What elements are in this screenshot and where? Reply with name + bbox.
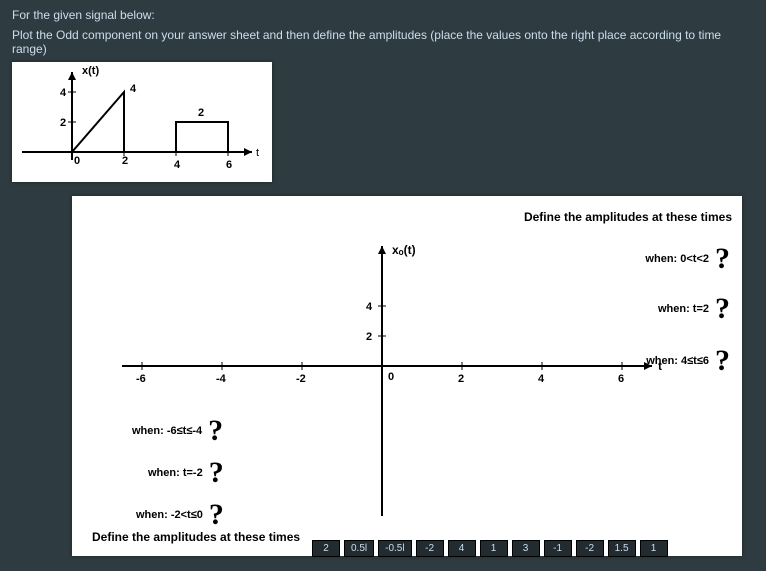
answer-option[interactable]: 1 — [640, 540, 668, 557]
original-signal-chart: x(t) t 4 2 0 2 4 6 4 2 — [12, 62, 272, 182]
question-mark-icon: ? — [715, 244, 730, 274]
signal-xtick-4: 4 — [174, 159, 181, 171]
define-amplitudes-right: Define the amplitudes at these times — [524, 210, 732, 224]
odd-xtick-m6: -6 — [136, 373, 146, 385]
question-mark-icon: ? — [208, 416, 223, 446]
question-mark-icon: ? — [209, 458, 224, 488]
odd-xtick-4: 4 — [538, 373, 545, 385]
signal-xtick-2: 2 — [122, 155, 128, 167]
signal-ytick-4: 4 — [60, 87, 67, 99]
prompt-right-2[interactable]: when: 4≤t≤6 ? — [646, 346, 730, 376]
prompt-right-1[interactable]: when: t=2 ? — [658, 294, 730, 324]
signal-peak-label: 4 — [130, 83, 137, 95]
question-mark-icon: ? — [715, 346, 730, 376]
signal-xtick-0: 0 — [74, 155, 80, 167]
question-mark-icon: ? — [209, 500, 224, 530]
odd-ytick-2: 2 — [366, 331, 372, 343]
answer-option[interactable]: -2 — [576, 540, 604, 557]
odd-xtick-2: 2 — [458, 373, 464, 385]
answer-option[interactable]: 0.5l — [344, 540, 374, 557]
signal-ylabel: x(t) — [82, 65, 99, 77]
prompt-left-0-label: when: -6≤t≤-4 — [132, 425, 202, 437]
signal-xlabel: t — [256, 147, 259, 159]
answer-option[interactable]: 2 — [312, 540, 340, 557]
odd-ylabel: xₒ(t) — [392, 243, 416, 257]
prompt-left-2[interactable]: when: -2<t≤0 ? — [136, 500, 224, 530]
odd-component-panel: xₒ(t) t 4 2 -6 -4 -2 0 2 4 6 Define the … — [72, 196, 742, 556]
prompt-right-1-label: when: t=2 — [658, 303, 709, 315]
answer-option[interactable]: 1 — [480, 540, 508, 557]
prompt-left-1-label: when: t=-2 — [148, 467, 203, 479]
answer-option[interactable]: -2 — [416, 540, 444, 557]
odd-ytick-4: 4 — [366, 301, 373, 313]
odd-xtick-m4: -4 — [216, 373, 227, 385]
signal-ytick-2: 2 — [60, 117, 66, 129]
odd-xtick-m2: -2 — [296, 373, 306, 385]
prompt-left-0[interactable]: when: -6≤t≤-4 ? — [132, 416, 223, 446]
instruction-line-2: Plot the Odd component on your answer sh… — [12, 28, 754, 56]
prompt-right-0[interactable]: when: 0<t<2 ? — [645, 244, 730, 274]
odd-xtick-0: 0 — [388, 371, 394, 383]
answer-option[interactable]: -1 — [544, 540, 572, 557]
answer-option[interactable]: 1.5 — [608, 540, 636, 557]
prompt-left-1[interactable]: when: t=-2 ? — [148, 458, 224, 488]
question-mark-icon: ? — [715, 294, 730, 324]
signal-plateau-label: 2 — [198, 107, 204, 119]
answer-option[interactable]: -0.5l — [378, 540, 411, 557]
answer-options-row: 2 0.5l -0.5l -2 4 1 3 -1 -2 1.5 1 — [312, 540, 668, 557]
define-amplitudes-left: Define the amplitudes at these times — [92, 530, 300, 544]
prompt-right-2-label: when: 4≤t≤6 — [646, 355, 709, 367]
signal-xtick-6: 6 — [226, 159, 232, 171]
instruction-line-1: For the given signal below: — [12, 8, 754, 22]
odd-xtick-6: 6 — [618, 373, 624, 385]
answer-option[interactable]: 4 — [448, 540, 476, 557]
prompt-left-2-label: when: -2<t≤0 — [136, 509, 203, 521]
prompt-right-0-label: when: 0<t<2 — [645, 253, 709, 265]
answer-option[interactable]: 3 — [512, 540, 540, 557]
